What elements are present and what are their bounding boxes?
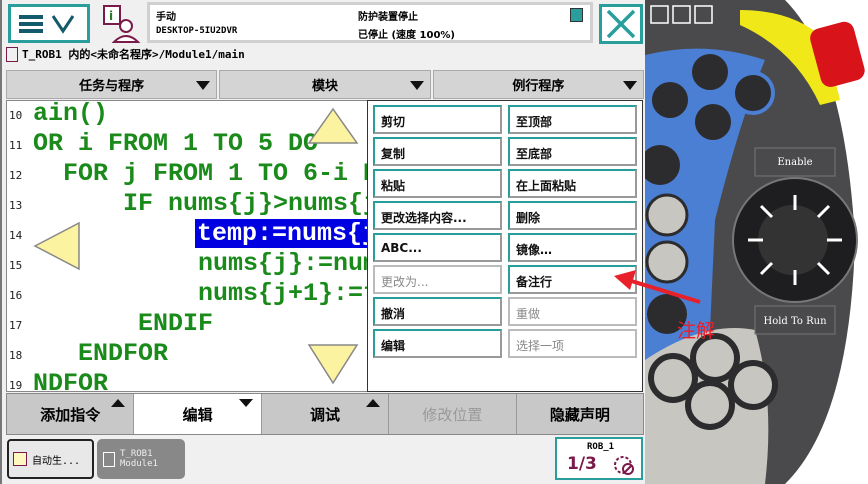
menu-item[interactable]: 至底部: [508, 137, 637, 166]
label: Module1: [120, 459, 158, 469]
tab-label: 例行程序: [512, 79, 565, 94]
menu-item[interactable]: 粘贴: [373, 169, 502, 198]
menu-item[interactable]: 复制: [373, 137, 502, 166]
svg-text:i: i: [109, 9, 113, 23]
run-state: 已停止 (速度 100%): [358, 30, 455, 41]
scroll-down-icon: [307, 344, 359, 385]
label: 自动生...: [32, 455, 81, 467]
annotation-label: 注解: [677, 320, 716, 342]
program-icon: [103, 451, 115, 467]
hamburger-chevron-icon: [19, 15, 75, 34]
hold-to-run-label: Hold To Run: [763, 316, 827, 327]
label: 编辑: [182, 405, 213, 424]
tab-label: 任务与程序: [79, 79, 145, 94]
debug-button[interactable]: 调试: [262, 394, 390, 434]
add-instruction-button[interactable]: 添加指令: [7, 394, 135, 434]
editor-tabs: 任务与程序 模块 例行程序: [6, 70, 644, 99]
breadcrumb: T_ROB1 内的<未命名程序>/Module1/main: [6, 46, 245, 62]
bottom-toolbar: 添加指令 编辑 调试 修改位置 隐藏声明: [6, 393, 644, 435]
menu-item[interactable]: 编辑: [373, 329, 502, 358]
operating-mode: 手动: [156, 12, 176, 23]
pendant-hardware: Enable Hold To Run: [645, 0, 868, 484]
menu-item[interactable]: ABC...: [373, 233, 502, 262]
label: 添加指令: [40, 405, 101, 424]
breadcrumb-text: T_ROB1 内的<未命名程序>/Module1/main: [22, 48, 245, 61]
modify-position-button[interactable]: 修改位置: [389, 394, 517, 434]
menu-item[interactable]: 更改为...: [373, 265, 502, 294]
enable-label: Enable: [777, 157, 812, 168]
event-log-icon[interactable]: i: [102, 4, 142, 44]
code-editor[interactable]: 10111213141516171819 main()FOR i FROM 1 …: [6, 100, 368, 392]
caret-up-icon: [366, 399, 381, 407]
increment-indicator: 1/3: [567, 454, 597, 474]
close-icon: [606, 9, 636, 39]
menu-item[interactable]: 镜像…: [508, 233, 637, 262]
dropdown-icon: [409, 81, 424, 90]
label: 隐藏声明: [549, 405, 610, 424]
mechanical-unit: ROB_1: [587, 442, 615, 452]
main-menu-button[interactable]: [8, 4, 90, 43]
menu-item[interactable]: 删除: [508, 201, 637, 230]
scroll-up-icon: [307, 107, 359, 144]
caret-down-icon: [238, 399, 253, 407]
dropdown-icon: [622, 81, 637, 90]
menu-item[interactable]: 剪切: [373, 105, 502, 134]
flexpendant-screen: i 手动 DESKTOP-5IU2DVR 防护装置停止 已停止 (速度 100%…: [0, 0, 645, 484]
dropdown-icon: [196, 81, 211, 90]
label: 调试: [310, 405, 341, 424]
tab-tasks-programs[interactable]: 任务与程序: [6, 70, 218, 99]
menu-item[interactable]: 至顶部: [508, 105, 637, 134]
run-mode-icon: [614, 456, 634, 475]
status-bar: 手动 DESKTOP-5IU2DVR 防护装置停止 已停止 (速度 100%): [147, 2, 593, 43]
tab-label: 模块: [311, 79, 338, 94]
safety-status: 防护装置停止: [358, 12, 418, 23]
menu-item[interactable]: 更改选择内容...: [373, 201, 502, 230]
close-button[interactable]: [599, 4, 643, 44]
taskbar-autogen[interactable]: 自动生...: [7, 439, 94, 479]
menu-item[interactable]: 在上面粘贴: [508, 169, 637, 198]
caret-up-icon: [111, 399, 126, 407]
scroll-arrows: [33, 107, 359, 385]
controller-name: DESKTOP-5IU2DVR: [156, 26, 238, 36]
menu-item[interactable]: 撤消: [373, 297, 502, 326]
scroll-left-icon: [33, 221, 80, 271]
label: 修改位置: [422, 405, 483, 424]
taskbar-program-editor[interactable]: T_ROB1 Module1: [97, 439, 185, 479]
app-icon: [13, 452, 27, 466]
hide-declarations-button[interactable]: 隐藏声明: [517, 394, 643, 434]
tab-routines[interactable]: 例行程序: [432, 70, 644, 99]
quickset-button[interactable]: ROB_1 1/3: [555, 437, 643, 480]
motor-status-icon: [570, 8, 583, 22]
label: T_ROB1: [120, 449, 153, 459]
tab-modules[interactable]: 模块: [219, 70, 431, 99]
edit-button[interactable]: 编辑: [134, 394, 262, 434]
program-icon: [6, 46, 18, 62]
